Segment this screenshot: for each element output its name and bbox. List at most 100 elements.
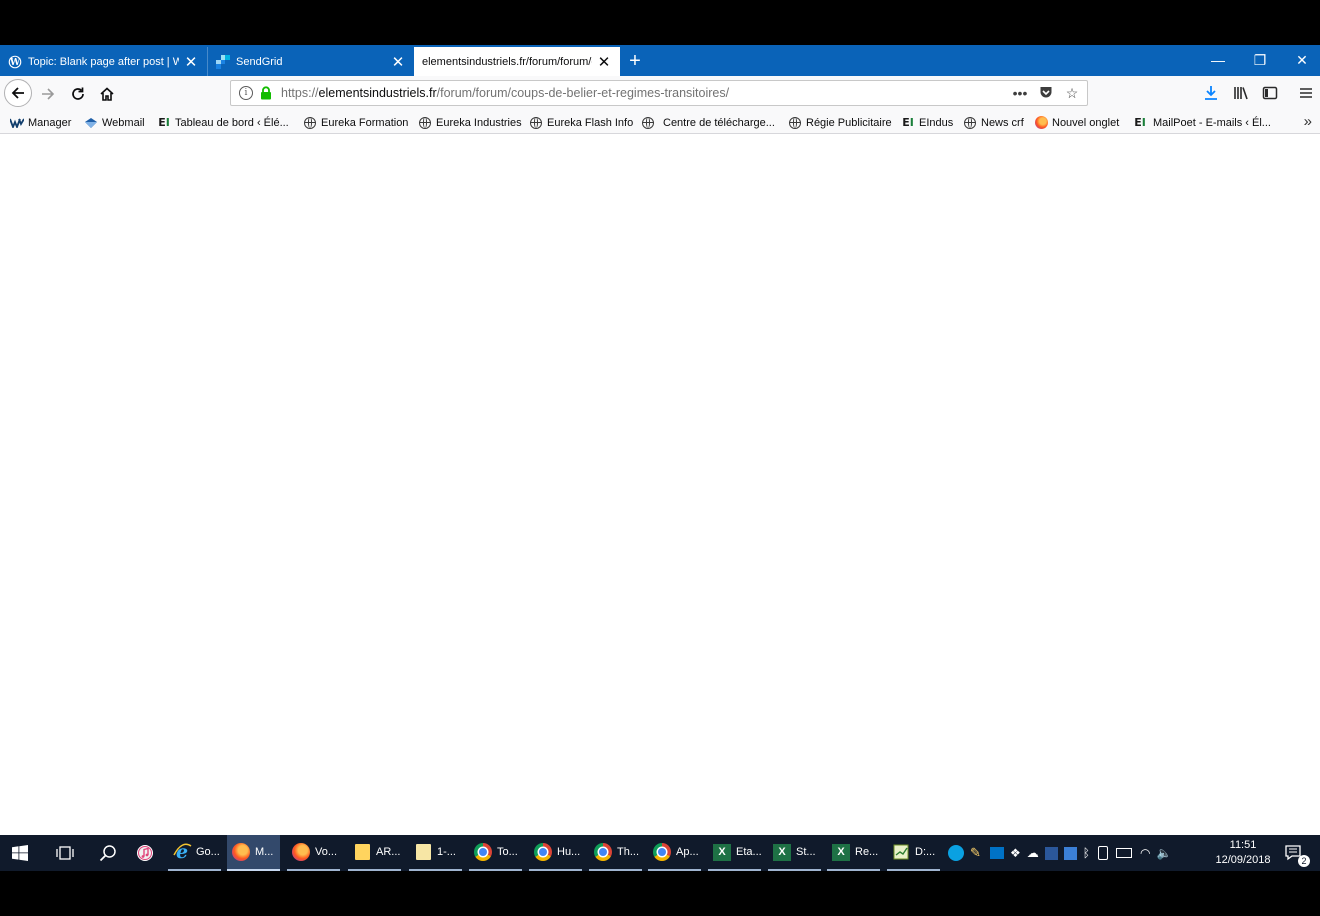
search-button[interactable] bbox=[99, 835, 121, 871]
taskbar-app-firefox[interactable]: Vo... bbox=[287, 835, 340, 871]
taskbar-app-label: To... bbox=[497, 846, 518, 858]
tab-elementsindustriels[interactable]: elementsindustriels.fr/forum/forum/coups… bbox=[414, 47, 620, 76]
reload-button[interactable] bbox=[65, 81, 91, 107]
outlook-icon[interactable] bbox=[990, 847, 1004, 859]
forward-button[interactable] bbox=[35, 81, 61, 107]
minimize-button[interactable]: — bbox=[1197, 45, 1239, 76]
url-text[interactable]: https://elementsindustriels.fr/forum/for… bbox=[281, 86, 1009, 100]
wifi-icon[interactable]: ◠ bbox=[1140, 846, 1150, 860]
word-icon[interactable] bbox=[1044, 846, 1058, 860]
volume-icon[interactable]: 🔈 bbox=[1156, 846, 1171, 860]
taskbar-app-label: Th... bbox=[617, 846, 640, 858]
action-center-button[interactable]: 2 bbox=[1284, 835, 1310, 871]
menu-button[interactable] bbox=[1294, 81, 1318, 105]
task-view-button[interactable] bbox=[56, 835, 78, 871]
start-button[interactable] bbox=[12, 835, 34, 871]
bookmark-news-crf[interactable]: News crf bbox=[963, 115, 1024, 130]
bluetooth-icon[interactable]: ᛒ bbox=[1083, 846, 1090, 860]
excel-icon: X bbox=[712, 842, 732, 862]
taskbar-app-notepad[interactable]: D:... bbox=[887, 835, 940, 871]
bookmark-tableau-de-bord[interactable]: EI Tableau de bord ‹ Élé... bbox=[157, 115, 289, 130]
library-button[interactable] bbox=[1229, 81, 1253, 105]
taskbar-app-chrome[interactable]: To... bbox=[469, 835, 522, 871]
bookmark-centre-telechargement[interactable]: Centre de télécharge... bbox=[641, 115, 775, 130]
taskbar-app-chrome[interactable]: Hu... bbox=[529, 835, 582, 871]
skype-icon[interactable] bbox=[948, 845, 964, 861]
ei-icon: EI bbox=[1134, 116, 1146, 129]
new-tab-button[interactable]: + bbox=[624, 48, 646, 74]
cloud-icon[interactable]: ☁ bbox=[1027, 846, 1039, 860]
pen-icon[interactable]: ✎ bbox=[970, 845, 984, 861]
home-button[interactable] bbox=[94, 81, 120, 107]
more-bookmarks-chevron-icon[interactable]: » bbox=[1304, 113, 1312, 130]
firefox-icon bbox=[231, 842, 251, 862]
tab-sendgrid[interactable]: SendGrid ✕ bbox=[207, 47, 414, 76]
taskbar-app-label: Go... bbox=[196, 846, 220, 858]
bookmark-eureka-industries[interactable]: Eureka Industries bbox=[418, 115, 522, 130]
site-info-icon[interactable]: i bbox=[239, 86, 253, 100]
library-icon bbox=[1234, 87, 1248, 100]
taskbar-app-label: Re... bbox=[855, 846, 879, 858]
notepad-icon bbox=[891, 842, 911, 862]
taskbar-app-chrome[interactable]: Ap... bbox=[648, 835, 701, 871]
taskbar-app-explorer[interactable]: AR... bbox=[348, 835, 401, 871]
taskbar-app-firefox-active[interactable]: M... bbox=[227, 835, 280, 871]
sidebar-button[interactable] bbox=[1258, 81, 1282, 105]
taskbar-app-excel[interactable]: X Re... bbox=[827, 835, 880, 871]
back-button[interactable] bbox=[4, 79, 32, 107]
restore-button[interactable]: ❐ bbox=[1239, 45, 1281, 76]
taskbar-app-label: M... bbox=[255, 846, 274, 858]
bookmark-mailpoet[interactable]: EI MailPoet - E-mails ‹ Él... bbox=[1133, 115, 1271, 130]
folder-icon bbox=[413, 842, 433, 862]
itunes-icon bbox=[135, 843, 155, 863]
bookmark-eindus[interactable]: EI EIndus bbox=[901, 115, 953, 130]
windows-taskbar: e Go... M... Vo... AR... 1-... To... Hu.… bbox=[0, 835, 1320, 871]
downloads-button[interactable] bbox=[1199, 81, 1223, 105]
arrow-left-icon bbox=[11, 87, 24, 99]
globe-icon bbox=[529, 116, 543, 130]
tab-strip: W Topic: Blank page after post | WordPre… bbox=[0, 45, 1320, 76]
taskbar-app-label: St... bbox=[796, 846, 816, 858]
close-tab-icon[interactable]: ✕ bbox=[390, 53, 406, 71]
bookmark-webmail[interactable]: Webmail bbox=[84, 115, 145, 130]
globe-icon bbox=[303, 116, 317, 130]
globe-icon bbox=[963, 116, 977, 130]
bookmark-eureka-flash-info[interactable]: Eureka Flash Info bbox=[529, 115, 633, 130]
close-tab-icon[interactable]: ✕ bbox=[183, 53, 199, 71]
taskbar-app-excel[interactable]: X Eta... bbox=[708, 835, 762, 871]
bookmark-nouvel-onglet[interactable]: Nouvel onglet bbox=[1034, 115, 1119, 130]
taskbar-app-label: AR... bbox=[376, 846, 401, 858]
usb-device-icon[interactable] bbox=[1097, 846, 1108, 860]
close-window-button[interactable]: ✕ bbox=[1281, 45, 1320, 76]
ei-icon: EI bbox=[158, 116, 170, 129]
lock-icon[interactable] bbox=[259, 86, 273, 100]
network-drive-icon[interactable] bbox=[1063, 846, 1077, 860]
sendgrid-icon bbox=[216, 54, 230, 69]
page-actions-icon[interactable]: ••• bbox=[1009, 85, 1031, 101]
clock[interactable]: 11:51 12/09/2018 bbox=[1210, 838, 1276, 868]
clock-time: 11:51 bbox=[1229, 839, 1257, 851]
ei-icon: EI bbox=[902, 116, 914, 129]
tab-wordpress-topic[interactable]: W Topic: Blank page after post | WordPre… bbox=[0, 47, 207, 76]
bookmark-eureka-formation[interactable]: Eureka Formation bbox=[303, 115, 408, 130]
taskbar-app-excel[interactable]: X St... bbox=[768, 835, 821, 871]
battery-icon[interactable] bbox=[1115, 848, 1132, 858]
taskbar-app-explorer[interactable]: 1-... bbox=[409, 835, 462, 871]
url-bar[interactable]: i https://elementsindustriels.fr/forum/f… bbox=[230, 80, 1088, 106]
excel-icon: X bbox=[772, 842, 792, 862]
ovh-icon bbox=[10, 116, 24, 130]
itunes-button[interactable] bbox=[135, 835, 157, 871]
taskbar-app-ie[interactable]: e Go... bbox=[168, 835, 221, 871]
firefox-icon bbox=[291, 842, 311, 862]
bookmark-star-icon[interactable]: ☆ bbox=[1061, 85, 1083, 102]
bookmark-regie-publicitaire[interactable]: Régie Publicitaire bbox=[788, 115, 892, 130]
browser-window: W Topic: Blank page after post | WordPre… bbox=[0, 45, 1320, 871]
close-tab-icon[interactable]: ✕ bbox=[596, 53, 612, 71]
excel-icon: X bbox=[831, 842, 851, 862]
taskbar-app-chrome[interactable]: Th... bbox=[589, 835, 642, 871]
bookmark-label: Tableau de bord ‹ Élé... bbox=[175, 116, 289, 129]
bookmark-manager[interactable]: Manager bbox=[10, 115, 71, 130]
pocket-icon[interactable] bbox=[1035, 85, 1057, 102]
dropbox-icon[interactable]: ❖ bbox=[1010, 846, 1021, 860]
download-icon bbox=[1205, 86, 1217, 100]
